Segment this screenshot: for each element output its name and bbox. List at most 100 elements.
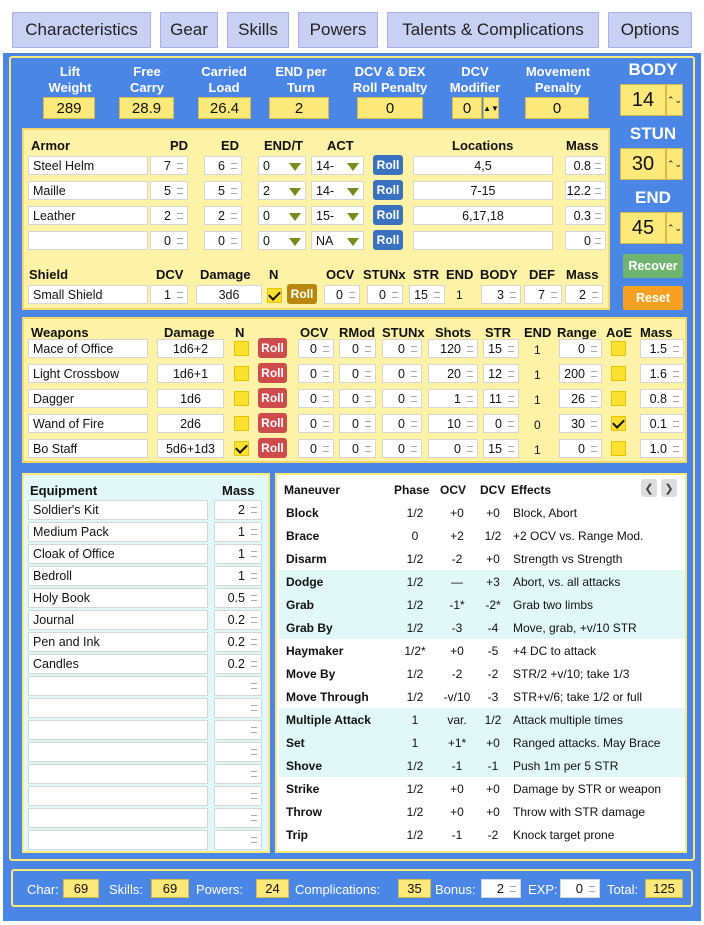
- armor-pd-input[interactable]: 7: [150, 156, 188, 175]
- equipment-mass-input[interactable]: 0.5: [214, 588, 262, 608]
- weapon-mass-input[interactable]: 0.8: [640, 389, 684, 408]
- shield-def-input[interactable]: 7: [524, 285, 562, 304]
- armor-roll-button[interactable]: Roll: [373, 230, 403, 250]
- weapon-name-input[interactable]: Light Crossbow: [28, 364, 148, 383]
- shield-body-input[interactable]: 3: [481, 285, 521, 304]
- equipment-name-input[interactable]: [28, 720, 208, 740]
- stun-stepper[interactable]: ⌃⌄: [666, 148, 683, 180]
- maneuver-row[interactable]: Haymaker 1/2* +0 -5 +4 DC to attack: [279, 639, 685, 662]
- equipment-name-input[interactable]: Pen and Ink: [28, 632, 208, 652]
- armor-locations-input[interactable]: 6,17,18: [413, 206, 553, 225]
- weapon-name-input[interactable]: Dagger: [28, 389, 148, 408]
- weapon-rmod-input[interactable]: 0: [339, 339, 376, 358]
- weapon-roll-button[interactable]: Roll: [258, 363, 287, 383]
- weapon-shots-input[interactable]: 0: [428, 439, 478, 458]
- weapon-damage-input[interactable]: 1d6+1: [157, 364, 224, 383]
- equipment-name-input[interactable]: Bedroll: [28, 566, 208, 586]
- equipment-name-input[interactable]: Journal: [28, 610, 208, 630]
- armor-end-select[interactable]: 0: [258, 206, 306, 225]
- maneuver-row[interactable]: Trip 1/2 -1 -2 Knock target prone: [279, 823, 685, 846]
- weapon-shots-input[interactable]: 20: [428, 364, 478, 383]
- maneuver-row[interactable]: Throw 1/2 +0 +0 Throw with STR damage: [279, 800, 685, 823]
- weapon-ocv-input[interactable]: 0: [298, 364, 334, 383]
- armor-name-input[interactable]: [28, 231, 148, 250]
- shield-damage-input[interactable]: 3d6: [196, 285, 262, 304]
- armor-pd-input[interactable]: 2: [150, 206, 188, 225]
- maneuver-row[interactable]: Dodge 1/2 — +3 Abort, vs. all attacks: [279, 570, 685, 593]
- equipment-mass-input[interactable]: [214, 830, 262, 850]
- weapon-shots-input[interactable]: 120: [428, 339, 478, 358]
- equipment-name-input[interactable]: Soldier's Kit: [28, 500, 208, 520]
- equipment-name-input[interactable]: [28, 764, 208, 784]
- armor-ed-input[interactable]: 5: [204, 181, 242, 200]
- equipment-name-input[interactable]: Cloak of Office: [28, 544, 208, 564]
- weapon-ocv-input[interactable]: 0: [298, 414, 334, 433]
- equipment-name-input[interactable]: [28, 830, 208, 850]
- shield-name-input[interactable]: Small Shield: [28, 285, 148, 304]
- recover-button[interactable]: Recover: [623, 254, 683, 278]
- weapon-name-input[interactable]: Bo Staff: [28, 439, 148, 458]
- armor-locations-input[interactable]: [413, 231, 553, 250]
- weapon-range-input[interactable]: 26: [559, 389, 602, 408]
- weapon-ocv-input[interactable]: 0: [298, 389, 334, 408]
- weapon-name-input[interactable]: Mace of Office: [28, 339, 148, 358]
- armor-locations-input[interactable]: 7-15: [413, 181, 553, 200]
- chevron-right-icon[interactable]: ❯: [661, 479, 677, 497]
- equipment-mass-input[interactable]: 0.2: [214, 632, 262, 652]
- maneuver-row[interactable]: Set 1 +1* +0 Ranged attacks. May Brace: [279, 731, 685, 754]
- equipment-mass-input[interactable]: [214, 764, 262, 784]
- shield-mass-input[interactable]: 2: [565, 285, 603, 304]
- tab-characteristics[interactable]: Characteristics: [12, 12, 151, 48]
- weapon-str-input[interactable]: 11: [483, 389, 519, 408]
- maneuver-row[interactable]: Brace 0 +2 1/2 +2 OCV vs. Range Mod.: [279, 524, 685, 547]
- armor-pd-input[interactable]: 0: [150, 231, 188, 250]
- weapon-damage-input[interactable]: 2d6: [157, 414, 224, 433]
- stun-value[interactable]: 30: [620, 148, 666, 180]
- weapon-range-input[interactable]: 30: [559, 414, 602, 433]
- weapon-shots-input[interactable]: 10: [428, 414, 478, 433]
- weapon-aoe-checkbox[interactable]: [611, 441, 626, 456]
- tab-talents-complications[interactable]: Talents & Complications: [387, 12, 599, 48]
- equipment-mass-input[interactable]: 1: [214, 522, 262, 542]
- armor-roll-button[interactable]: Roll: [373, 180, 403, 200]
- weapon-aoe-checkbox[interactable]: [611, 391, 626, 406]
- bonus-input[interactable]: 2: [481, 879, 521, 898]
- shield-dcv-input[interactable]: 1: [150, 285, 188, 304]
- shield-n-checkbox[interactable]: [267, 288, 282, 303]
- reset-button[interactable]: Reset: [623, 286, 683, 310]
- weapon-roll-button[interactable]: Roll: [258, 388, 287, 408]
- weapon-aoe-checkbox[interactable]: [611, 416, 626, 431]
- armor-ed-input[interactable]: 2: [204, 206, 242, 225]
- equipment-name-input[interactable]: [28, 676, 208, 696]
- shield-roll-button[interactable]: Roll: [287, 284, 317, 304]
- armor-name-input[interactable]: Maille: [28, 181, 148, 200]
- tab-powers[interactable]: Powers: [298, 12, 378, 48]
- armor-act-select[interactable]: NA: [311, 231, 364, 250]
- armor-act-select[interactable]: 15-: [311, 206, 364, 225]
- weapon-damage-input[interactable]: 5d6+1d3: [157, 439, 224, 458]
- weapon-n-checkbox[interactable]: [234, 341, 249, 356]
- armor-mass-input[interactable]: 12.2: [565, 181, 606, 200]
- equipment-name-input[interactable]: Holy Book: [28, 588, 208, 608]
- weapon-str-input[interactable]: 15: [483, 439, 519, 458]
- weapon-stunx-input[interactable]: 0: [382, 414, 422, 433]
- weapon-str-input[interactable]: 12: [483, 364, 519, 383]
- weapon-stunx-input[interactable]: 0: [382, 339, 422, 358]
- armor-mass-input[interactable]: 0: [565, 231, 606, 250]
- weapon-n-checkbox[interactable]: [234, 391, 249, 406]
- end-value[interactable]: 45: [620, 212, 666, 244]
- dcv-modifier-value[interactable]: 0: [452, 97, 482, 119]
- weapon-stunx-input[interactable]: 0: [382, 364, 422, 383]
- maneuver-row[interactable]: Grab By 1/2 -3 -4 Move, grab, +v/10 STR: [279, 616, 685, 639]
- armor-act-select[interactable]: 14-: [311, 156, 364, 175]
- weapon-ocv-input[interactable]: 0: [298, 339, 334, 358]
- equipment-mass-input[interactable]: [214, 786, 262, 806]
- equipment-name-input[interactable]: [28, 808, 208, 828]
- armor-roll-button[interactable]: Roll: [373, 155, 403, 175]
- weapon-stunx-input[interactable]: 0: [382, 389, 422, 408]
- weapon-rmod-input[interactable]: 0: [339, 414, 376, 433]
- weapon-damage-input[interactable]: 1d6+2: [157, 339, 224, 358]
- weapon-str-input[interactable]: 0: [483, 414, 519, 433]
- armor-name-input[interactable]: Leather: [28, 206, 148, 225]
- equipment-name-input[interactable]: [28, 786, 208, 806]
